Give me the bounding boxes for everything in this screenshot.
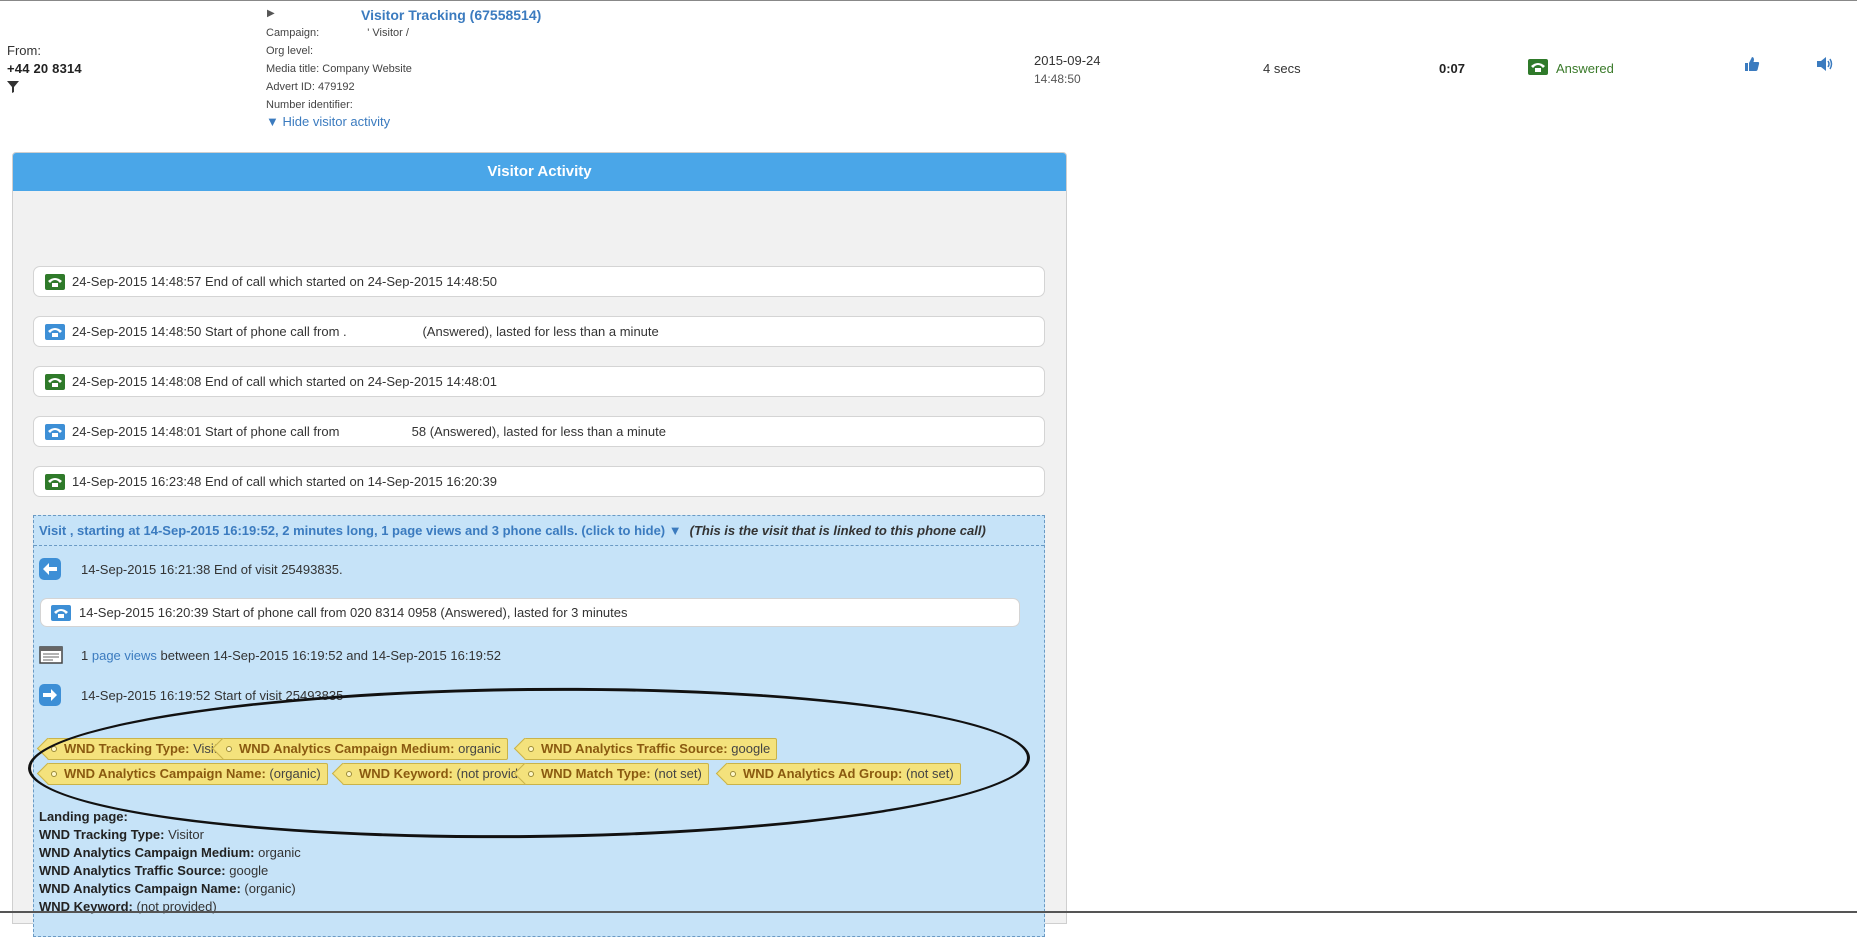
phone-start-icon	[51, 604, 73, 621]
detail-traffic-source: WND Analytics Traffic Source: google	[39, 863, 269, 878]
page-views-range: between 14-Sep-2015 16:19:52 and 14-Sep-…	[160, 647, 501, 663]
play-recording-icon[interactable]	[1816, 56, 1834, 77]
phone-start-icon	[44, 323, 66, 341]
event-text: 24-Sep-2015 14:48:08 End of call which s…	[72, 374, 497, 389]
call-date: 2015-09-24	[1034, 53, 1101, 68]
filter-icon[interactable]	[7, 80, 19, 93]
page-views-link[interactable]: page views	[92, 648, 157, 663]
phone-end-icon	[44, 373, 66, 391]
talk-time: 0:07	[1439, 61, 1466, 76]
event-row: 24-Sep-2015 14:48:08 End of call which s…	[33, 366, 1045, 397]
meta-advert-id: Advert ID: 479192	[266, 81, 355, 93]
panel-title: Visitor Activity	[13, 153, 1066, 191]
detail-campaign-medium: WND Analytics Campaign Medium: organic	[39, 845, 301, 860]
event-text: 24-Sep-2015 14:48:01 Start of phone call…	[72, 424, 666, 439]
event-text: 14-Sep-2015 16:23:48 End of call which s…	[72, 474, 497, 489]
meta-number-identifier: Number identifier:	[266, 99, 353, 111]
event-text: 14-Sep-2015 16:20:39 Start of phone call…	[79, 605, 628, 620]
end-visit-row: 14-Sep-2015 16:21:38 End of visit 254938…	[39, 558, 343, 580]
call-status: Answered	[1528, 59, 1614, 78]
arrow-right-icon	[39, 684, 61, 706]
expand-arrow-icon[interactable]: ▶	[267, 8, 275, 19]
arrow-left-icon	[39, 558, 61, 580]
event-row: 14-Sep-2015 16:23:48 End of call which s…	[33, 466, 1045, 497]
detail-campaign-name: WND Analytics Campaign Name: (organic)	[39, 881, 296, 896]
thumbs-up-icon[interactable]	[1744, 56, 1760, 77]
phone-end-icon	[44, 273, 66, 291]
from-label: From:	[7, 43, 41, 58]
meta-campaign: Campaign: ' Visitor /	[266, 27, 409, 39]
detail-tracking-type: WND Tracking Type: Visitor	[39, 827, 204, 842]
event-text: 24-Sep-2015 14:48:57 End of call which s…	[72, 274, 497, 289]
page-views-count: 1	[81, 647, 89, 663]
page-views-icon	[39, 646, 63, 664]
visit-note: (This is the visit that is linked to thi…	[689, 523, 986, 538]
phone-end-icon	[44, 473, 66, 491]
hide-visitor-activity-link[interactable]: ▼ Hide visitor activity	[266, 114, 390, 129]
event-row: 14-Sep-2015 16:20:39 Start of phone call…	[40, 598, 1020, 627]
phone-answered-icon	[1528, 59, 1548, 78]
status-text: Answered	[1556, 61, 1614, 76]
detail-landing-page: Landing page:	[39, 809, 128, 824]
event-text: 24-Sep-2015 14:48:50 Start of phone call…	[72, 324, 659, 339]
meta-media-title: Media title: Company Website	[266, 63, 412, 75]
call-time: 14:48:50	[1034, 72, 1081, 86]
visit-header: Visit , starting at 14-Sep-2015 16:19:52…	[34, 516, 1044, 546]
event-row: 24-Sep-2015 14:48:50 Start of phone call…	[33, 316, 1045, 347]
top-border	[0, 0, 1857, 1]
call-datetime: 2015-09-24 14:48:50	[1034, 52, 1101, 88]
event-row: 24-Sep-2015 14:48:57 End of call which s…	[33, 266, 1045, 297]
visitor-tracking-title[interactable]: Visitor Tracking (67558514)	[361, 7, 541, 23]
end-visit-text: 14-Sep-2015 16:21:38 End of visit 254938…	[81, 561, 343, 577]
call-duration: 4 secs	[1263, 61, 1301, 76]
caller-number: +44 20 8314	[7, 61, 82, 76]
page-views-row: 1 page views between 14-Sep-2015 16:19:5…	[39, 646, 501, 664]
phone-start-icon	[44, 423, 66, 441]
event-row: 24-Sep-2015 14:48:01 Start of phone call…	[33, 416, 1045, 447]
meta-org-level: Org level:	[266, 45, 314, 57]
visit-toggle-link[interactable]: Visit , starting at 14-Sep-2015 16:19:52…	[39, 523, 682, 538]
